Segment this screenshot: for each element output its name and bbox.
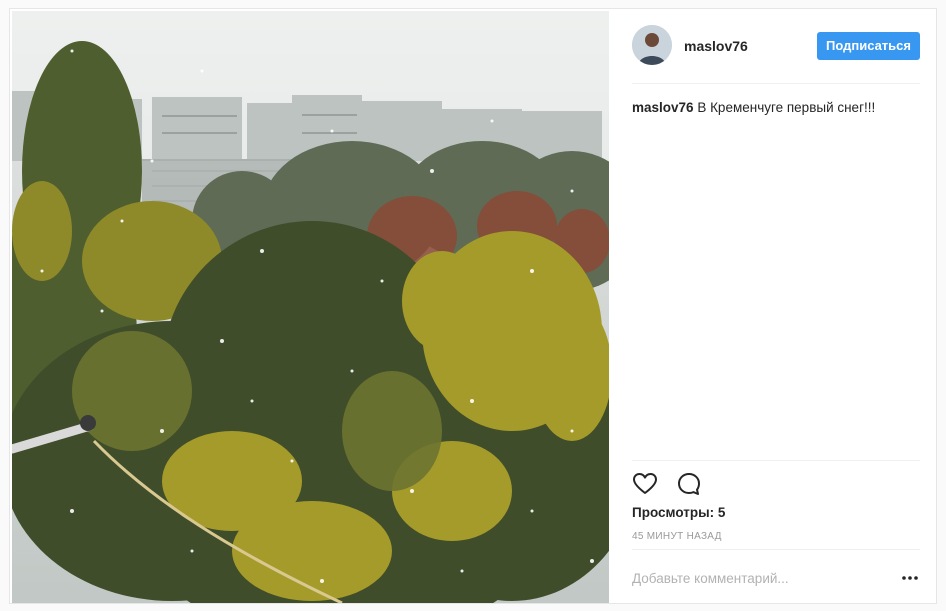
views-count: Просмотры: 5 [632, 505, 726, 520]
follow-button[interactable]: Подписаться [816, 32, 920, 60]
post-timestamp[interactable]: 45 минут назад [632, 531, 722, 542]
post-card: maslov76 Подписаться maslov76 В Кременчу… [9, 8, 937, 604]
post-sidebar: maslov76 Подписаться maslov76 В Кременчу… [610, 9, 936, 603]
divider [632, 460, 920, 461]
avatar[interactable] [632, 25, 672, 65]
video-frame [12, 11, 609, 603]
author-username[interactable]: maslov76 [684, 38, 748, 54]
caption-text: В Кременчуге первый снег!!! [697, 100, 876, 115]
caption-username[interactable]: maslov76 [632, 100, 694, 115]
heart-icon[interactable] [632, 471, 658, 497]
comment-input[interactable] [632, 568, 882, 588]
caption: maslov76 В Кременчуге первый снег!!! [632, 99, 920, 117]
post-header: maslov76 Подписаться [632, 25, 920, 84]
more-options-icon[interactable] [900, 570, 920, 586]
comment-icon[interactable] [676, 471, 702, 497]
comment-bar [632, 549, 920, 604]
post-actions [632, 471, 716, 497]
avatar-image [632, 25, 672, 65]
post-video[interactable] [12, 11, 609, 603]
